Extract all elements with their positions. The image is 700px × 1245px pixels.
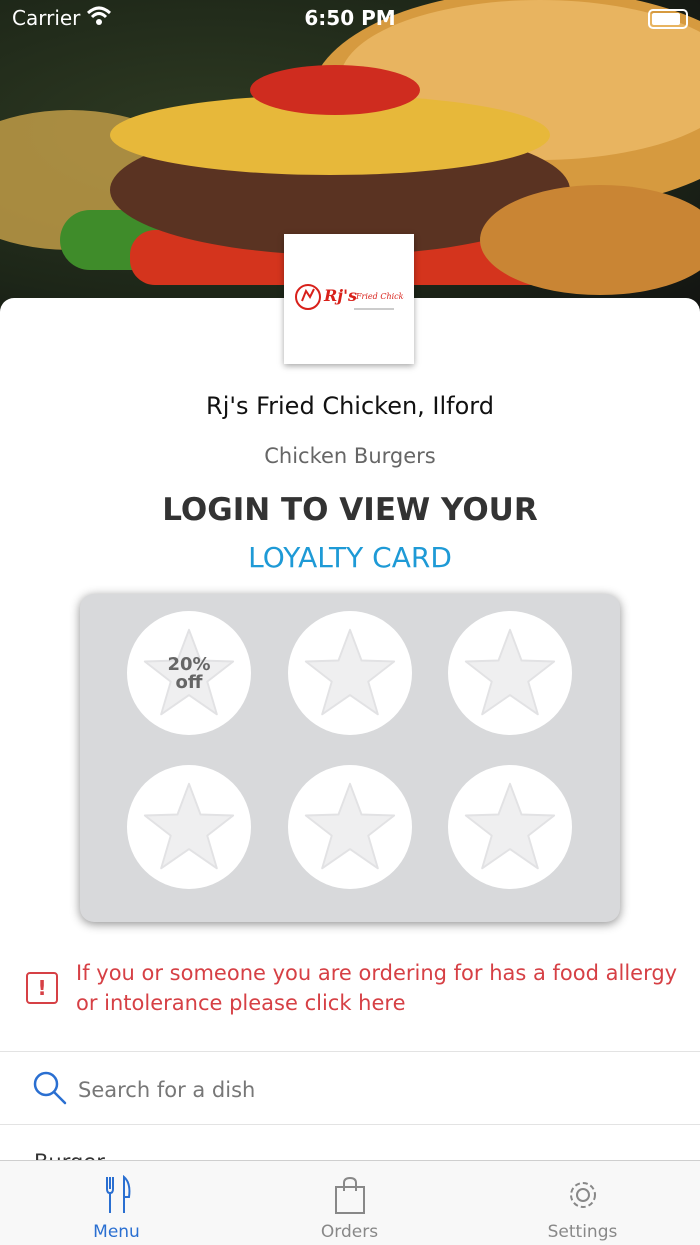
restaurant-name: Rj's Fried Chicken, Ilford [206, 392, 494, 420]
alert-icon: ! [26, 972, 58, 1004]
loyalty-stamp [288, 611, 412, 735]
star-icon [143, 782, 235, 870]
loyalty-card[interactable]: 20% off [80, 594, 620, 922]
cuisine-label: Chicken Burgers [264, 444, 436, 468]
loyalty-card-link[interactable]: LOYALTY CARD [0, 541, 700, 574]
clock: 6:50 PM [304, 6, 396, 30]
battery-icon [648, 9, 688, 29]
loyalty-stamp [448, 611, 572, 735]
stamp-reward-label: 20% off [167, 654, 211, 693]
search-input[interactable]: Search for a dish [78, 1078, 255, 1102]
status-bar: Carrier 6:50 PM [0, 0, 700, 36]
tab-bar: Menu Orders Settings [0, 1160, 700, 1245]
tab-menu[interactable]: Menu [0, 1161, 233, 1245]
tab-orders[interactable]: Orders [233, 1161, 466, 1245]
restaurant-logo: Rj's Fried Chicken [284, 234, 414, 364]
dish-search[interactable]: Search for a dish [0, 1052, 700, 1124]
bag-icon [335, 1176, 365, 1214]
loyalty-stamp [127, 765, 251, 889]
gear-icon [570, 1182, 596, 1208]
star-icon [464, 782, 556, 870]
cutlery-icon [106, 1175, 131, 1213]
search-icon [33, 1071, 67, 1105]
tab-settings-label: Settings [547, 1222, 618, 1242]
tab-orders-label: Orders [320, 1222, 379, 1242]
loyalty-stamp [288, 765, 412, 889]
loyalty-stamp [448, 765, 572, 889]
svg-text:Fried Chicken: Fried Chicken [355, 292, 404, 301]
svg-text:Rj's: Rj's [323, 286, 357, 305]
loyalty-stamp: 20% off [127, 611, 251, 735]
rooster-logo-icon: Rj's Fried Chicken [295, 284, 404, 310]
allergy-notice-text[interactable]: If you or someone you are ordering for h… [76, 958, 696, 1018]
divider [0, 1124, 700, 1125]
loyalty-login-heading[interactable]: LOGIN TO VIEW YOUR [0, 492, 700, 528]
star-icon [304, 782, 396, 870]
star-icon [464, 628, 556, 716]
tab-menu-label: Menu [93, 1222, 140, 1242]
tab-settings[interactable]: Settings [466, 1161, 699, 1245]
star-icon [304, 628, 396, 716]
